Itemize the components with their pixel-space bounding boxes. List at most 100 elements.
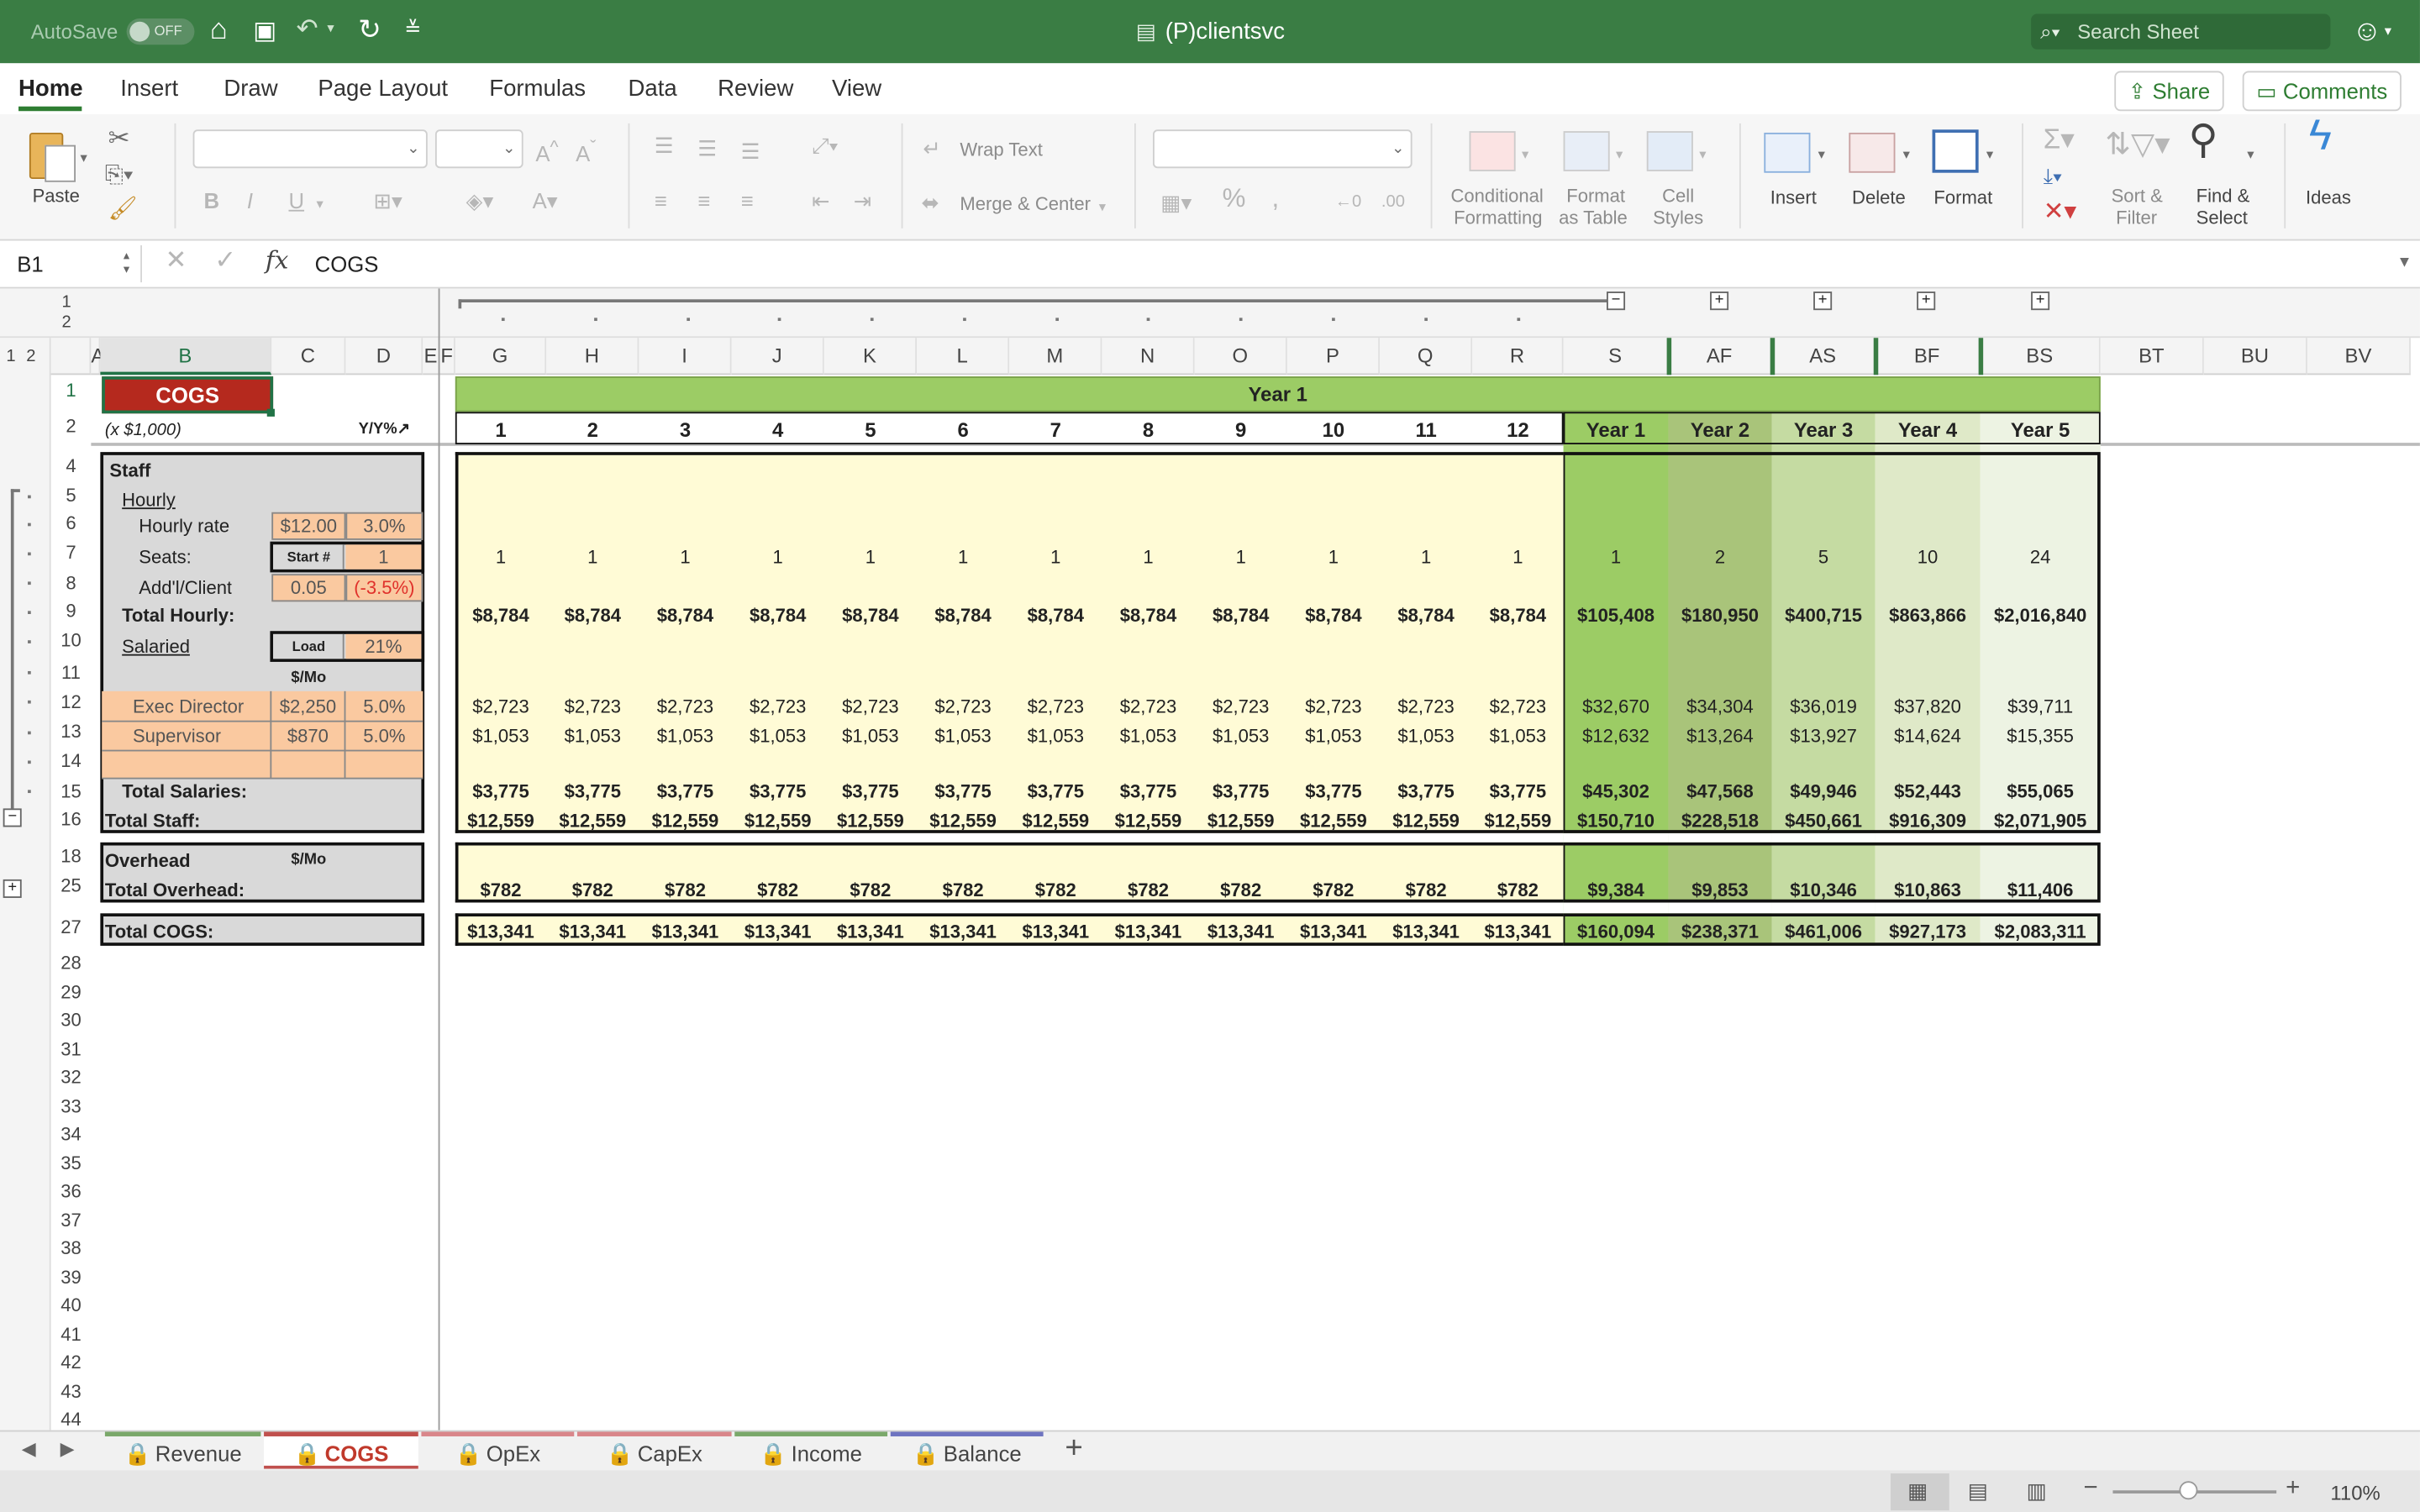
underline-dropdown-icon[interactable]: ▾ (317, 192, 324, 216)
monthly-total-overhead-value[interactable]: $782 (1380, 876, 1472, 904)
yearly-total-salaries-value[interactable]: $52,443 (1876, 778, 1981, 806)
monthly-total-cogs-value[interactable]: $13,341 (546, 918, 639, 946)
row-header-27[interactable]: 27 (51, 913, 92, 941)
monthly-total-salaries-value[interactable]: $3,775 (455, 778, 546, 806)
yearly-total-staff-value[interactable]: $150,710 (1564, 807, 1669, 835)
save-icon[interactable]: ▣ (253, 15, 276, 46)
monthly-total-hourly-value[interactable]: $8,784 (917, 601, 1009, 629)
ideas-icon[interactable]: ϟ (2309, 113, 2332, 156)
tab-review[interactable]: Review (718, 76, 793, 102)
monthly-sup-value[interactable]: $1,053 (1287, 722, 1380, 750)
tab-formulas[interactable]: Formulas (489, 76, 586, 102)
align-right-icon[interactable]: ≡ (741, 188, 754, 213)
paste-button[interactable]: Paste (33, 186, 80, 207)
monthly-total-hourly-value[interactable]: $8,784 (1380, 601, 1472, 629)
monthly-total-salaries-value[interactable]: $3,775 (1287, 778, 1380, 806)
feedback-smiley-icon[interactable]: ☺ (2352, 15, 2382, 49)
monthly-total-staff-value[interactable]: $12,559 (1380, 807, 1472, 835)
yearly-sup-value[interactable]: $13,927 (1772, 722, 1876, 750)
row-header-11[interactable]: 11 (51, 659, 92, 686)
monthly-total-hourly-value[interactable]: $8,784 (546, 601, 639, 629)
monthly-total-overhead-value[interactable]: $782 (1102, 876, 1194, 904)
decrease-indent-icon[interactable]: ⇤ (812, 188, 830, 213)
monthly-total-overhead-value[interactable]: $782 (546, 876, 639, 904)
monthly-total-overhead-value[interactable]: $782 (732, 876, 824, 904)
cell-styles-label[interactable]: Cell (1662, 186, 1694, 207)
monthly-total-overhead-value[interactable]: $782 (1287, 876, 1380, 904)
row-header-34[interactable]: 34 (51, 1120, 92, 1147)
column-header-i[interactable]: I (639, 338, 732, 375)
yearly-sup-value[interactable]: $13,264 (1668, 722, 1771, 750)
yearly-total-cogs-value[interactable]: $160,094 (1564, 918, 1669, 946)
sheet-tab-revenue[interactable]: 🔒 Revenue (104, 1431, 261, 1468)
monthly-total-salaries-value[interactable]: $3,775 (1195, 778, 1287, 806)
yearly-total-hourly-value[interactable]: $863,866 (1876, 601, 1981, 629)
monthly-total-salaries-value[interactable]: $3,775 (824, 778, 917, 806)
align-bottom-icon[interactable]: ☰ (741, 139, 760, 163)
column-header-a[interactable]: A (91, 338, 104, 375)
row-header-7[interactable]: 7 (51, 538, 92, 566)
increase-indent-icon[interactable]: ⇥ (854, 188, 872, 213)
sheet-tab-opex[interactable]: 🔒 OpEx (421, 1431, 575, 1468)
yearly-total-staff-value[interactable]: $916,309 (1876, 807, 1981, 835)
format-painter-icon[interactable]: 🖌 (108, 197, 138, 222)
row-header-36[interactable]: 36 (51, 1177, 92, 1205)
column-header-r[interactable]: R (1472, 338, 1564, 375)
expand-group-button[interactable]: + (1710, 291, 1729, 311)
monthly-seats-value[interactable]: 1 (1009, 543, 1102, 571)
row-header-8[interactable]: 8 (51, 570, 92, 597)
format-as-table-icon[interactable] (1563, 131, 1610, 171)
monthly-total-cogs-value[interactable]: $13,341 (1195, 918, 1287, 946)
column-header-n[interactable]: N (1102, 338, 1195, 375)
customize-toolbar-icon[interactable]: ≚ (404, 17, 421, 41)
monthly-total-overhead-value[interactable]: $782 (824, 876, 917, 904)
yearly-exec-value[interactable]: $34,304 (1668, 693, 1771, 721)
monthly-total-overhead-value[interactable]: $782 (1472, 876, 1563, 904)
monthly-total-overhead-value[interactable]: $782 (1195, 876, 1287, 904)
monthly-sup-value[interactable]: $1,053 (639, 722, 731, 750)
column-outline-level-1[interactable]: 1 (61, 293, 71, 312)
monthly-total-overhead-value[interactable]: $782 (1009, 876, 1102, 904)
monthly-sup-value[interactable]: $1,053 (546, 722, 639, 750)
paste-icon[interactable] (26, 127, 78, 186)
row-header-12[interactable]: 12 (51, 688, 92, 716)
find-select-icon[interactable]: ⚲ (2188, 118, 2217, 159)
monthly-sup-value[interactable]: $1,053 (732, 722, 824, 750)
monthly-seats-value[interactable]: 1 (639, 543, 731, 571)
monthly-exec-value[interactable]: $2,723 (824, 693, 917, 721)
monthly-total-salaries-value[interactable]: $3,775 (639, 778, 731, 806)
sheet-tab-balance[interactable]: 🔒 Balance (890, 1431, 1044, 1468)
yearly-exec-value[interactable]: $37,820 (1876, 693, 1981, 721)
yearly-total-hourly-value[interactable]: $105,408 (1564, 601, 1669, 629)
select-all-corner[interactable] (50, 338, 92, 375)
monthly-total-cogs-value[interactable]: $13,341 (455, 918, 546, 946)
monthly-total-staff-value[interactable]: $12,559 (1195, 807, 1287, 835)
monthly-seats-value[interactable]: 1 (1380, 543, 1472, 571)
row-header-13[interactable]: 13 (51, 717, 92, 745)
merge-center-button[interactable]: Merge & Center (960, 194, 1091, 214)
monthly-exec-value[interactable]: $2,723 (1287, 693, 1380, 721)
monthly-total-salaries-value[interactable]: $3,775 (732, 778, 824, 806)
wrap-text-button[interactable]: Wrap Text (960, 139, 1042, 160)
row-header-15[interactable]: 15 (51, 778, 92, 806)
conditional-formatting-label[interactable]: Conditional (1450, 186, 1543, 207)
yearly-total-hourly-value[interactable]: $180,950 (1668, 601, 1771, 629)
row-header-18[interactable]: 18 (51, 843, 92, 870)
row-header-32[interactable]: 32 (51, 1063, 92, 1090)
decrease-font-icon[interactable]: Aˇ (576, 136, 596, 166)
column-outline-level-2[interactable]: 2 (61, 313, 71, 332)
align-middle-icon[interactable]: ☰ (697, 136, 717, 160)
row-header-41[interactable]: 41 (51, 1320, 92, 1348)
monthly-total-hourly-value[interactable]: $8,784 (824, 601, 917, 629)
format-as-table-label[interactable]: Format (1566, 186, 1625, 207)
column-header-j[interactable]: J (731, 338, 824, 375)
worksheet-grid[interactable]: 1 2 − + + + + 1 2 − + ABCDEFGHIJKLMNOPQR… (0, 288, 2420, 1431)
row-outline-level-2[interactable]: 2 (26, 347, 35, 365)
column-header-o[interactable]: O (1194, 338, 1287, 375)
monthly-seats-value[interactable]: 1 (1472, 543, 1563, 571)
cancel-entry-icon[interactable]: ✕ (166, 247, 187, 273)
row-header-40[interactable]: 40 (51, 1291, 92, 1319)
row-header-28[interactable]: 28 (51, 949, 92, 977)
format-cells-button[interactable]: Format (1933, 187, 1992, 208)
autosum-icon[interactable]: Σ▾ (2044, 125, 2075, 153)
